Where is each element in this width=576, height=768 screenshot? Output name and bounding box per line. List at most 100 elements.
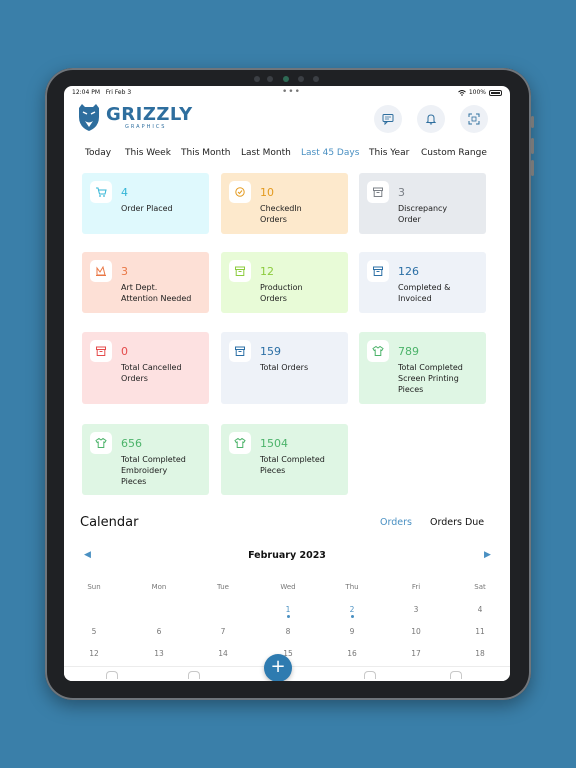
calendar-day[interactable]: 3 bbox=[396, 605, 436, 614]
calendar-day[interactable]: 9 bbox=[332, 627, 372, 636]
brand-name: GRIZZLY bbox=[106, 104, 193, 125]
box-icon bbox=[235, 266, 245, 276]
calendar-day[interactable]: 4 bbox=[460, 605, 500, 614]
stat-card-value: 10 bbox=[260, 186, 274, 199]
calendar-day[interactable]: 10 bbox=[396, 627, 436, 636]
scan-button[interactable] bbox=[460, 105, 488, 133]
stat-card[interactable]: 3 Discrepancy Order bbox=[359, 173, 486, 234]
box-icon bbox=[373, 266, 383, 276]
filter-custom-range[interactable]: Custom Range bbox=[421, 148, 487, 158]
calendar-day[interactable]: 5 bbox=[74, 627, 114, 636]
weekday-label: Thu bbox=[345, 583, 359, 591]
weekday-label: Sun bbox=[87, 583, 101, 591]
stat-card-icon bbox=[367, 260, 389, 282]
calendar-day-number: 17 bbox=[411, 649, 421, 658]
calendar-day-number: 7 bbox=[220, 627, 226, 636]
stat-card-icon bbox=[90, 260, 112, 282]
weekday-label: Fri bbox=[411, 583, 421, 591]
tab-profile-icon[interactable] bbox=[450, 671, 462, 679]
filter-this-month[interactable]: This Month bbox=[181, 148, 230, 158]
stat-card-icon bbox=[229, 260, 251, 282]
stat-card-icon bbox=[367, 181, 389, 203]
camera-dot bbox=[254, 76, 260, 82]
filter-last-month[interactable]: Last Month bbox=[241, 148, 291, 158]
calendar-day[interactable]: 13 bbox=[139, 649, 179, 658]
stat-card[interactable]: 159 Total Orders bbox=[221, 332, 348, 404]
calendar-day-number: 5 bbox=[91, 627, 97, 636]
calendar-title: Calendar bbox=[80, 515, 139, 530]
calendar-day[interactable]: 17 bbox=[396, 649, 436, 658]
stat-card-label: Total Cancelled Orders bbox=[121, 363, 182, 383]
stat-card-label: Production Orders bbox=[260, 283, 303, 303]
stat-card[interactable]: 3 Art Dept. Attention Needed bbox=[82, 252, 209, 313]
stat-card-value: 3 bbox=[121, 265, 128, 278]
calendar-day-number: 18 bbox=[475, 649, 485, 658]
checkin-icon bbox=[235, 187, 245, 197]
tab-reports-icon[interactable] bbox=[364, 671, 376, 679]
stat-card-value: 789 bbox=[398, 345, 419, 358]
side-button bbox=[531, 138, 534, 154]
art-icon bbox=[96, 265, 106, 276]
tab-orders-icon[interactable] bbox=[188, 671, 200, 679]
stat-card-value: 4 bbox=[121, 186, 128, 199]
stat-card[interactable]: 10 CheckedIn Orders bbox=[221, 173, 348, 234]
month-label: February 2023 bbox=[248, 550, 326, 561]
calendar-day-number: 2 bbox=[349, 605, 355, 614]
filter-this-week[interactable]: This Week bbox=[125, 148, 171, 158]
multitask-dots[interactable]: ••• bbox=[282, 87, 301, 97]
app-screen: 12:04 PM Fri Feb 3 ••• 100% GRIZZLY GRAP… bbox=[64, 86, 510, 681]
scan-icon bbox=[468, 113, 480, 125]
calendar-day[interactable]: 18 bbox=[460, 649, 500, 658]
stat-card-value: 0 bbox=[121, 345, 128, 358]
side-button bbox=[531, 116, 534, 128]
cart-icon bbox=[96, 187, 107, 197]
stat-card-icon bbox=[229, 181, 251, 203]
calendar-day[interactable]: 1 bbox=[268, 605, 308, 618]
stat-card-value: 1504 bbox=[260, 437, 288, 450]
calendar-day-number: 9 bbox=[349, 627, 355, 636]
calendar-day[interactable]: 6 bbox=[139, 627, 179, 636]
notifications-button[interactable] bbox=[417, 105, 445, 133]
chat-button[interactable] bbox=[374, 105, 402, 133]
calendar-day[interactable]: 7 bbox=[203, 627, 243, 636]
stat-card[interactable]: 789 Total Completed Screen Printing Piece… bbox=[359, 332, 486, 404]
event-dot bbox=[286, 615, 290, 618]
stat-card-value: 159 bbox=[260, 345, 281, 358]
battery-percent: 100% bbox=[468, 89, 486, 96]
stat-card[interactable]: 0 Total Cancelled Orders bbox=[82, 332, 209, 404]
box-icon bbox=[235, 346, 245, 356]
stat-card-label: Total Completed Screen Printing Pieces bbox=[398, 363, 463, 394]
stat-card-value: 12 bbox=[260, 265, 274, 278]
next-month-button[interactable]: ▶ bbox=[484, 550, 491, 560]
calendar-day[interactable]: 11 bbox=[460, 627, 500, 636]
stat-card[interactable]: 656 Total Completed Embroidery Pieces bbox=[82, 424, 209, 495]
stat-card-label: Total Orders bbox=[260, 363, 309, 372]
calendar-day[interactable]: 16 bbox=[332, 649, 372, 658]
stat-card-icon bbox=[90, 432, 112, 454]
weekday-label: Tue bbox=[217, 583, 229, 591]
stat-card-label: Discrepancy Order bbox=[398, 204, 448, 224]
filter-today[interactable]: Today bbox=[85, 148, 111, 158]
tab-orders[interactable]: Orders bbox=[380, 517, 412, 528]
tab-home-icon[interactable] bbox=[106, 671, 118, 679]
calendar-day-number: 4 bbox=[477, 605, 483, 614]
stat-card[interactable]: 4 Order Placed bbox=[82, 173, 209, 234]
stat-card-icon bbox=[229, 340, 251, 362]
calendar-day[interactable]: 14 bbox=[203, 649, 243, 658]
bear-logo-icon bbox=[79, 104, 99, 131]
stat-card-value: 126 bbox=[398, 265, 419, 278]
filter-this-year[interactable]: This Year bbox=[369, 148, 409, 158]
calendar-day[interactable]: 2 bbox=[332, 605, 372, 618]
tab-orders-due[interactable]: Orders Due bbox=[430, 517, 484, 528]
stat-card-value: 3 bbox=[398, 186, 405, 199]
stat-card[interactable]: 1504 Total Completed Pieces bbox=[221, 424, 348, 495]
stat-card[interactable]: 12 Production Orders bbox=[221, 252, 348, 313]
calendar-day[interactable]: 12 bbox=[74, 649, 114, 658]
calendar-day-number: 12 bbox=[89, 649, 99, 658]
calendar-day[interactable]: 8 bbox=[268, 627, 308, 636]
calendar-day-number: 1 bbox=[285, 605, 291, 614]
stat-card[interactable]: 126 Completed & Invoiced bbox=[359, 252, 486, 313]
add-button[interactable]: + bbox=[264, 654, 292, 681]
filter-last-45-days[interactable]: Last 45 Days bbox=[301, 148, 359, 158]
calendar-day-number: 16 bbox=[347, 649, 357, 658]
